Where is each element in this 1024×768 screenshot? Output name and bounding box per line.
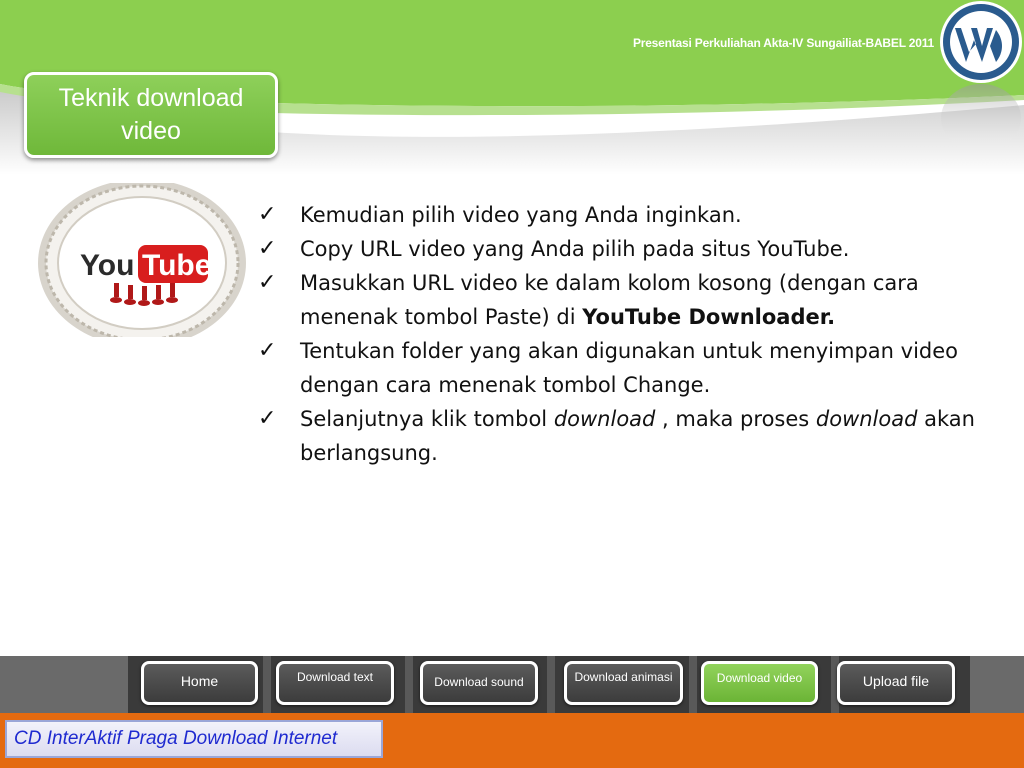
nav-button-label: Download animasi — [574, 670, 673, 684]
nav-button-home[interactable]: Home — [141, 661, 258, 705]
list-item: ✓ Copy URL video yang Anda pilih pada si… — [258, 232, 988, 266]
nav-divider — [689, 656, 697, 713]
nav-button-label: Home — [180, 673, 219, 689]
nav-divider — [405, 656, 413, 713]
list-item: ✓ Kemudian pilih video yang Anda inginka… — [258, 198, 988, 232]
nav-divider — [547, 656, 555, 713]
nav-button-label: Upload file — [862, 673, 930, 689]
nav-divider — [263, 656, 271, 713]
list-item: ✓ Selanjutnya klik tombol download , mak… — [258, 402, 988, 470]
nav-button-upload-file[interactable]: Upload file — [837, 661, 955, 705]
bullet-text: Selanjutnya klik tombol — [300, 407, 554, 431]
nav-button-label: Download video — [716, 671, 803, 685]
checkmark-icon: ✓ — [258, 338, 277, 363]
checkmark-icon: ✓ — [258, 202, 277, 227]
slide-title: Teknik download video — [24, 72, 278, 158]
youtube-cake-image: You Tube — [36, 183, 248, 337]
checkmark-icon: ✓ — [258, 236, 277, 261]
bullet-list: ✓ Kemudian pilih video yang Anda inginka… — [258, 198, 988, 470]
bullet-text-bold: YouTube Downloader. — [582, 305, 836, 329]
svg-text:Tube: Tube — [142, 249, 211, 282]
bullet-text: Copy URL video yang Anda pilih pada situ… — [300, 237, 850, 261]
bullet-text: Kemudian pilih video yang Anda inginkan. — [300, 203, 742, 227]
bullet-text: Tentukan folder yang akan digunakan untu… — [300, 339, 959, 397]
list-item: ✓ Tentukan folder yang akan digunakan un… — [258, 334, 988, 402]
checkmark-icon: ✓ — [258, 406, 277, 431]
bullet-text: , maka proses — [655, 407, 816, 431]
nav-button-download-video[interactable]: Download video — [701, 661, 818, 705]
header-caption: Presentasi Perkuliahan Akta-IV Sungailia… — [632, 36, 934, 50]
nav-button-download-sound[interactable]: Download sound — [420, 661, 538, 705]
nav-button-label: Download sound — [434, 675, 524, 689]
bullet-text-italic: download — [553, 407, 656, 431]
wordpress-logo-icon — [940, 1, 1022, 152]
bullet-text-italic: download — [815, 407, 918, 431]
nav-button-download-text[interactable]: Download text — [276, 661, 394, 705]
svg-text:You: You — [80, 249, 134, 282]
nav-button-download-animasi[interactable]: Download animasi — [564, 661, 683, 705]
nav-button-label: Download text — [296, 670, 374, 684]
checkmark-icon: ✓ — [258, 270, 277, 295]
list-item: ✓ Masukkan URL video ke dalam kolom koso… — [258, 266, 988, 334]
footer-label: CD InterAktif Praga Download Internet — [5, 720, 383, 758]
